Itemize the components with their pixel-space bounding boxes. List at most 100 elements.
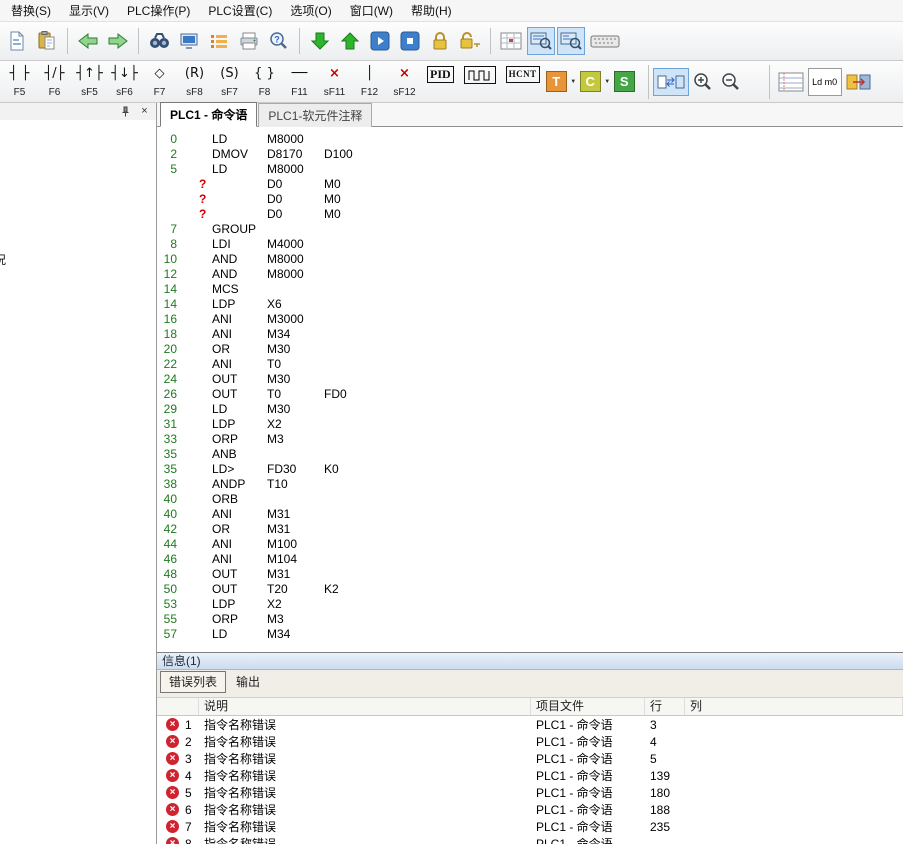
run-plc-icon[interactable] — [366, 27, 394, 55]
code-line[interactable]: 57 LD M34 — [163, 627, 903, 642]
convert-icon[interactable] — [842, 68, 876, 96]
ladder-view-icon[interactable] — [774, 68, 808, 96]
menu-item[interactable]: 窗口(W) — [341, 0, 402, 22]
error-row[interactable]: 4 指令名称错误 PLC1 - 命令语 139 — [157, 767, 903, 784]
menu-item[interactable]: 显示(V) — [60, 0, 118, 22]
ladder-instruction-button[interactable]: ┤ ├ F5 — [2, 61, 37, 101]
code-line[interactable]: 10 AND M8000 — [163, 252, 903, 267]
close-panel-icon[interactable]: × — [138, 105, 151, 118]
stop-plc-icon[interactable] — [396, 27, 424, 55]
ladder-instruction-button[interactable]: { } F8 — [247, 61, 282, 101]
code-line[interactable]: 22 ANI T0 — [163, 357, 903, 372]
pid-button[interactable]: PID — [422, 62, 459, 102]
menu-item[interactable]: PLC操作(P) — [118, 0, 199, 22]
ladder-instruction-button[interactable]: (R) sF8 — [177, 61, 212, 101]
ladder-instruction-toggle-icon[interactable] — [653, 68, 689, 96]
instruction-editor[interactable]: 0 LD M8000 2 DMOV D8170 D100 — [157, 127, 903, 652]
code-line[interactable]: 2 DMOV D8170 D100 — [163, 147, 903, 162]
code-line[interactable]: 18 ANI M34 — [163, 327, 903, 342]
ladder-instruction-button[interactable]: ┤/├ F6 — [37, 61, 72, 101]
code-line[interactable]: 29 LD M30 — [163, 402, 903, 417]
code-line[interactable]: ? D0 M0 — [163, 192, 903, 207]
help-search-icon[interactable]: ? — [265, 27, 293, 55]
back-icon[interactable] — [74, 27, 102, 55]
error-row[interactable]: 2 指令名称错误 PLC1 - 命令语 4 — [157, 733, 903, 750]
device-monitor-icon[interactable] — [557, 27, 585, 55]
code-line[interactable]: 7 GROUP — [163, 222, 903, 237]
code-line[interactable]: 33 ORP M3 — [163, 432, 903, 447]
code-line[interactable]: 31 LDP X2 — [163, 417, 903, 432]
ladder-instruction-button[interactable]: (S) sF7 — [212, 61, 247, 101]
menu-item[interactable]: 替换(S) — [2, 0, 60, 22]
error-row[interactable]: 8 指令名称错误 PLC1 - 命令语 — [157, 835, 903, 844]
ladder-instruction-button[interactable]: ── F11 — [282, 61, 317, 101]
error-row[interactable]: 3 指令名称错误 PLC1 - 命令语 5 — [157, 750, 903, 767]
code-line[interactable]: 20 OR M30 — [163, 342, 903, 357]
menu-item[interactable]: 帮助(H) — [402, 0, 461, 22]
error-row[interactable]: 5 指令名称错误 PLC1 - 命令语 180 — [157, 784, 903, 801]
data-monitor-icon[interactable] — [527, 27, 555, 55]
paste-icon[interactable] — [33, 27, 61, 55]
code-line[interactable]: 50 OUT T20 K2 — [163, 582, 903, 597]
ladder-instruction-button[interactable]: ┤↑├ sF5 — [72, 61, 107, 101]
timer-button[interactable]: T — [546, 71, 567, 92]
error-row[interactable]: 6 指令名称错误 PLC1 - 命令语 188 — [157, 801, 903, 818]
code-line[interactable]: 55 ORP M3 — [163, 612, 903, 627]
ladder-monitor-icon[interactable] — [497, 27, 525, 55]
code-line[interactable]: 46 ANI M104 — [163, 552, 903, 567]
open-file-icon[interactable] — [3, 27, 31, 55]
code-line[interactable]: 53 LDP X2 — [163, 597, 903, 612]
information-tab[interactable]: 输出 — [228, 672, 268, 692]
ld-m0-button[interactable]: Ld m0 — [808, 68, 842, 96]
pulse-button[interactable] — [459, 62, 501, 102]
unlock-icon[interactable] — [456, 27, 484, 55]
code-line[interactable]: 44 ANI M100 — [163, 537, 903, 552]
print-icon[interactable] — [235, 27, 263, 55]
menu-item[interactable]: PLC设置(C) — [199, 0, 281, 22]
pin-icon[interactable] — [119, 105, 132, 118]
code-line[interactable]: 48 OUT M31 — [163, 567, 903, 582]
error-row[interactable]: 1 指令名称错误 PLC1 - 命令语 3 — [157, 716, 903, 733]
zoom-in-icon[interactable] — [689, 68, 717, 96]
lock-icon[interactable] — [426, 27, 454, 55]
instruction-list-icon[interactable] — [205, 27, 233, 55]
state-button[interactable]: S — [614, 71, 635, 92]
upload-from-plc-icon[interactable] — [336, 27, 364, 55]
zoom-out-icon[interactable] — [717, 68, 745, 96]
code-line[interactable]: 24 OUT M30 — [163, 372, 903, 387]
hcnt-button[interactable]: HCNT — [501, 62, 545, 102]
code-line[interactable]: 26 OUT T0 FD0 — [163, 387, 903, 402]
information-tab[interactable]: 错误列表 — [160, 671, 226, 693]
code-line[interactable]: 16 ANI M3000 — [163, 312, 903, 327]
code-line[interactable]: ? D0 M0 — [163, 207, 903, 222]
code-line[interactable]: 35 LD> FD30 K0 — [163, 462, 903, 477]
timer-dropdown-icon[interactable] — [568, 71, 579, 92]
forward-icon[interactable] — [104, 27, 132, 55]
code-line[interactable]: 38 ANDP T10 — [163, 477, 903, 492]
code-line[interactable]: ? D0 M0 — [163, 177, 903, 192]
find-icon[interactable] — [145, 27, 173, 55]
editor-tab[interactable]: PLC1-软元件注释 — [258, 103, 372, 127]
code-line[interactable]: 5 LD M8000 — [163, 162, 903, 177]
monitor-icon[interactable] — [175, 27, 203, 55]
error-row[interactable]: 7 指令名称错误 PLC1 - 命令语 235 — [157, 818, 903, 835]
ladder-instruction-button[interactable]: ┤↓├ sF6 — [107, 61, 142, 101]
menu-item[interactable]: 选项(O) — [281, 0, 340, 22]
code-line[interactable]: 35 ANB — [163, 447, 903, 462]
editor-tab[interactable]: PLC1 - 命令语 — [160, 102, 257, 127]
code-line[interactable]: 14 LDP X6 — [163, 297, 903, 312]
counter-dropdown-icon[interactable] — [602, 71, 613, 92]
ladder-instruction-button[interactable]: ◇ F7 — [142, 61, 177, 101]
download-to-plc-icon[interactable] — [306, 27, 334, 55]
code-line[interactable]: 12 AND M8000 — [163, 267, 903, 282]
ladder-instruction-button[interactable]: × sF12 — [387, 61, 422, 101]
code-line[interactable]: 40 ORB — [163, 492, 903, 507]
counter-button[interactable]: C — [580, 71, 601, 92]
code-line[interactable]: 42 OR M31 — [163, 522, 903, 537]
ladder-instruction-button[interactable]: │ F12 — [352, 61, 387, 101]
code-line[interactable]: 0 LD M8000 — [163, 132, 903, 147]
keyboard-icon[interactable] — [587, 27, 623, 55]
ladder-instruction-button[interactable]: × sF11 — [317, 61, 352, 101]
code-line[interactable]: 14 MCS — [163, 282, 903, 297]
code-line[interactable]: 8 LDI M4000 — [163, 237, 903, 252]
